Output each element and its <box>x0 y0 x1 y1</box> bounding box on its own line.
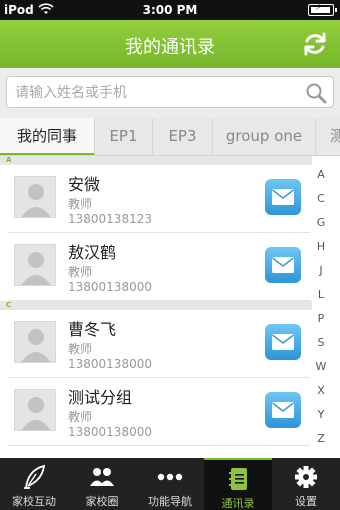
contact-role: 教师 <box>68 265 93 279</box>
people-icon <box>90 468 114 486</box>
contact-role: 教师 <box>68 410 93 424</box>
contact-book-icon <box>229 468 247 490</box>
send-message-button[interactable] <box>265 179 301 215</box>
contact-name: 曹冬飞 <box>68 320 117 339</box>
tabbar-item-settings[interactable]: 设置 <box>272 458 340 510</box>
contact-name: 敖汉鹤 <box>68 243 117 262</box>
contact-row[interactable]: 测试分组 教师 13800138000 <box>0 378 310 446</box>
tab-ep3[interactable]: EP3 <box>153 118 213 155</box>
search-box[interactable] <box>6 76 334 108</box>
avatar <box>14 244 56 286</box>
tabbar-item-home-school[interactable]: 家校互动 <box>0 458 68 510</box>
index-letter[interactable]: P <box>312 312 330 325</box>
person-placeholder-icon <box>21 329 51 362</box>
contact-row[interactable]: 曹冬飞 教师 13800138000 <box>0 310 310 378</box>
envelope-icon <box>272 189 294 205</box>
contact-role: 教师 <box>68 342 93 356</box>
gear-icon <box>295 466 317 488</box>
contact-row[interactable]: 安微 教师 13800138123 <box>0 165 310 233</box>
send-message-button[interactable] <box>265 392 301 428</box>
index-letter[interactable]: W <box>312 360 330 373</box>
tabbar-item-contacts[interactable]: 通讯录 <box>204 458 272 510</box>
page-title: 我的通讯录 <box>125 37 215 58</box>
envelope-icon <box>272 257 294 273</box>
clock: 3:00 PM <box>142 3 198 17</box>
send-message-button[interactable] <box>265 324 301 360</box>
envelope-icon <box>272 402 294 418</box>
tabbar-label: 功能导航 <box>148 495 192 508</box>
avatar <box>14 176 56 218</box>
contact-phone: 13800138000 <box>68 425 152 439</box>
nav-header: 我的通讯录 <box>0 20 340 68</box>
bottom-tab-bar: 家校互动 家校圈 功能导航 通讯录 设置 <box>0 458 340 510</box>
index-letter[interactable]: L <box>312 288 330 301</box>
tabbar-item-function-nav[interactable]: 功能导航 <box>136 458 204 510</box>
index-letter[interactable]: Y <box>312 408 330 421</box>
search-bar <box>0 68 340 118</box>
search-input[interactable] <box>15 82 295 104</box>
tab-group-one[interactable]: group one <box>213 118 316 155</box>
feather-icon <box>24 464 46 489</box>
tabbar-label: 通讯录 <box>221 497 255 510</box>
send-message-button[interactable] <box>265 247 301 283</box>
refresh-icon[interactable] <box>302 31 328 57</box>
tab-my-colleagues[interactable]: 我的同事 <box>0 118 95 155</box>
alphabet-index[interactable]: A C G H J L P S W X Y Z <box>312 156 340 458</box>
envelope-icon <box>272 334 294 350</box>
contact-name: 安微 <box>68 175 101 194</box>
contact-phone: 13800138000 <box>68 357 152 371</box>
avatar <box>14 389 56 431</box>
status-bar: iPod 3:00 PM ⚡ <box>0 0 340 20</box>
contact-name: 测试分组 <box>68 388 133 407</box>
tab-test[interactable]: 测 <box>316 118 340 155</box>
contact-row[interactable]: 敖汉鹤 教师 13800138000 <box>0 233 310 301</box>
index-letter[interactable]: A <box>312 168 330 181</box>
section-header-a: A <box>0 156 340 165</box>
index-letter[interactable]: H <box>312 240 330 253</box>
contact-phone: 13800138123 <box>68 212 152 226</box>
tabbar-label: 家校圈 <box>85 495 119 508</box>
index-letter[interactable]: J <box>312 264 330 277</box>
index-letter[interactable]: X <box>312 384 330 397</box>
tabbar-label: 家校互动 <box>12 495 56 508</box>
index-letter[interactable]: S <box>312 336 330 349</box>
contact-list: A 安微 教师 13800138123 敖汉鹤 教师 13800138000 C… <box>0 156 340 458</box>
section-header-c: C <box>0 301 340 310</box>
more-dots-icon <box>157 473 183 481</box>
battery-icon: ⚡ <box>308 3 337 16</box>
index-letter[interactable]: Z <box>312 432 330 445</box>
contact-role: 教师 <box>68 197 93 211</box>
tab-ep1[interactable]: EP1 <box>95 118 153 155</box>
person-placeholder-icon <box>21 397 51 430</box>
person-placeholder-icon <box>21 184 51 217</box>
person-placeholder-icon <box>21 252 51 285</box>
search-icon[interactable] <box>305 82 327 104</box>
tabbar-label: 设置 <box>295 495 317 508</box>
index-letter[interactable]: C <box>312 192 330 205</box>
index-letter[interactable]: G <box>312 216 330 229</box>
avatar <box>14 321 56 363</box>
tabbar-item-school-circle[interactable]: 家校圈 <box>68 458 136 510</box>
group-tabs: 我的同事 EP1 EP3 group one 测 <box>0 118 340 156</box>
contact-phone: 13800138000 <box>68 280 152 294</box>
